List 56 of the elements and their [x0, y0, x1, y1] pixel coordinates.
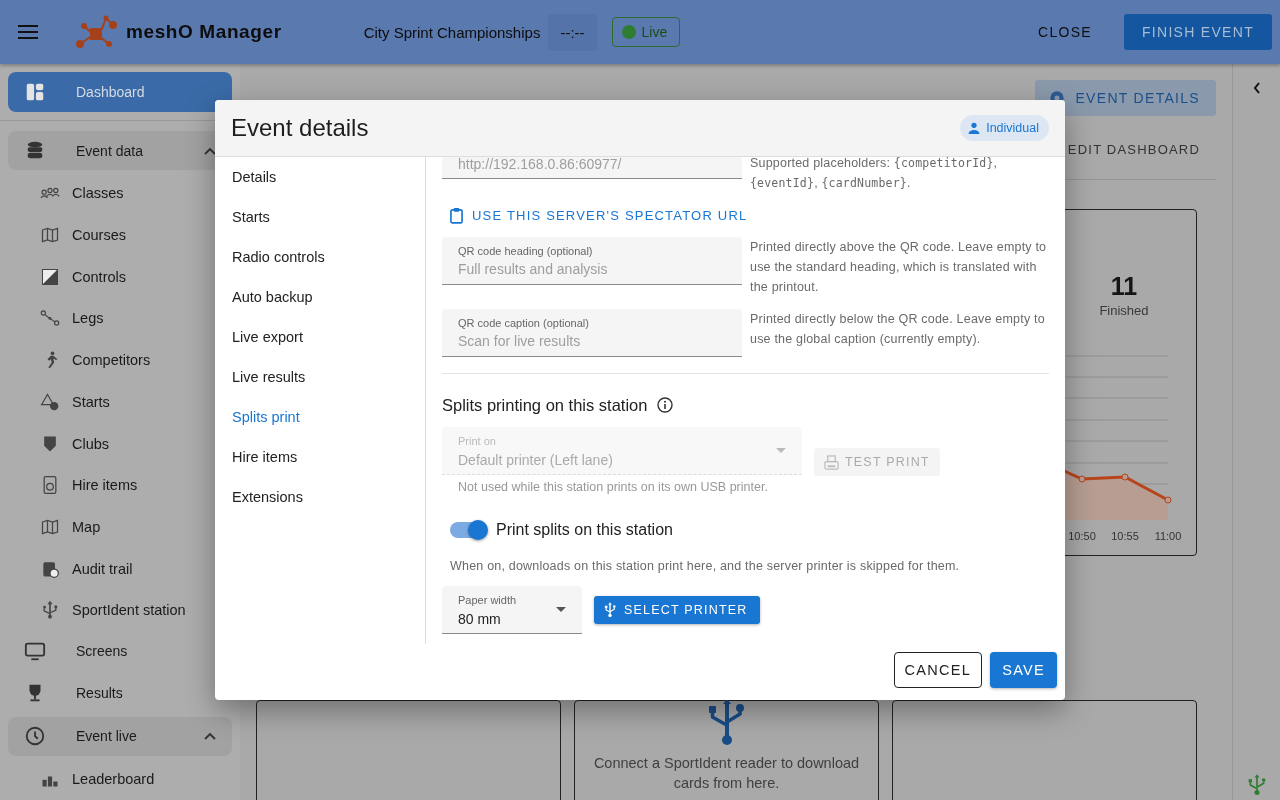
- dropdown-arrow-icon: [556, 607, 566, 612]
- app-name: meshO Manager: [126, 21, 282, 43]
- cancel-button[interactable]: CANCEL: [893, 652, 983, 688]
- event-name: City Sprint Championships: [363, 23, 541, 41]
- sidebar-item[interactable]: Leaderboard: [8, 758, 232, 800]
- help-text: Printed directly below the QR code. Leave empty to use the global caption (currently empty).: [750, 311, 1046, 348]
- sidebar-item[interactable]: Dashboard: [8, 72, 232, 112]
- clock: --:--: [548, 13, 597, 51]
- save-button[interactable]: SAVE: [990, 652, 1057, 688]
- switch-hint: When on, downloads on this station print here, and the server printer is skipped for them.: [450, 559, 961, 573]
- flag-icon: [40, 266, 60, 287]
- field-hint: Not used while this station prints on its own USB printer.: [458, 480, 769, 494]
- dialog-nav-item[interactable]: Splits print: [215, 397, 425, 437]
- map-icon: [40, 225, 60, 245]
- close-button[interactable]: CLOSE: [1019, 14, 1110, 50]
- usb-icon: [604, 602, 616, 618]
- select-printer-button[interactable]: SELECT PRINTER: [594, 596, 760, 624]
- axis-label: 10:55: [1111, 530, 1139, 542]
- triangle-clock-icon: [40, 391, 60, 412]
- info-icon[interactable]: [657, 397, 674, 413]
- axis-label: 10:50: [1068, 530, 1096, 542]
- finish-event-button[interactable]: FINISH EVENT: [1123, 14, 1272, 50]
- toggle-switch[interactable]: [450, 522, 486, 538]
- stat-label: Finished: [1099, 303, 1149, 318]
- route-icon: [40, 308, 60, 329]
- chevron-up-icon[interactable]: [204, 146, 216, 155]
- text-field[interactable]: QR code heading (optional) Full results and analysis: [442, 237, 742, 285]
- reader-message: Connect a SportIdent reader to download cards from here.: [592, 754, 861, 793]
- clipboard-icon: [450, 206, 463, 224]
- section-heading: Splits printing on this station: [442, 395, 648, 415]
- stat-value: 11: [1110, 272, 1138, 301]
- dropdown-arrow-icon: [776, 448, 786, 453]
- switch-label: Print splits on this station: [496, 521, 673, 539]
- edit-dashboard-button[interactable]: EDIT DASHBOARD: [1063, 138, 1204, 161]
- person-icon: [968, 122, 981, 134]
- help-text: Supported placeholders: {competitorId}, {eventId}, {cardNumber}.: [750, 157, 999, 192]
- chevron-left-icon[interactable]: [1252, 82, 1261, 94]
- text-field[interactable]: QR code caption (optional) Scan for live results: [442, 309, 742, 357]
- printer-icon: [824, 454, 839, 470]
- paper-width-select[interactable]: Paper width 80 mm: [442, 586, 582, 634]
- axis-label: 11:00: [1154, 530, 1182, 542]
- status-label: Live: [641, 24, 668, 40]
- spectator-url-button[interactable]: USE THIS SERVER'S SPECTATOR URL: [442, 202, 756, 228]
- mode-label: Individual: [986, 121, 1039, 135]
- usb-icon: [708, 699, 745, 745]
- timer-icon: [24, 725, 46, 748]
- usb-icon: [40, 600, 60, 621]
- monitor-icon: [24, 640, 46, 663]
- sidebar-item[interactable]: SportIdent station: [8, 589, 232, 632]
- dialog-title: Event details: [231, 114, 369, 142]
- help-text: Printed directly above the QR code. Leave empty to use the standard heading, which is translated with the printout.: [750, 239, 1048, 296]
- sidebar-item[interactable]: Audit trail: [8, 547, 232, 590]
- sidebar-group[interactable]: Event live: [8, 716, 232, 757]
- sidebar-item[interactable]: Screens: [8, 631, 232, 671]
- menu-icon[interactable]: [18, 25, 38, 39]
- sidebar-item[interactable]: Results: [8, 672, 232, 713]
